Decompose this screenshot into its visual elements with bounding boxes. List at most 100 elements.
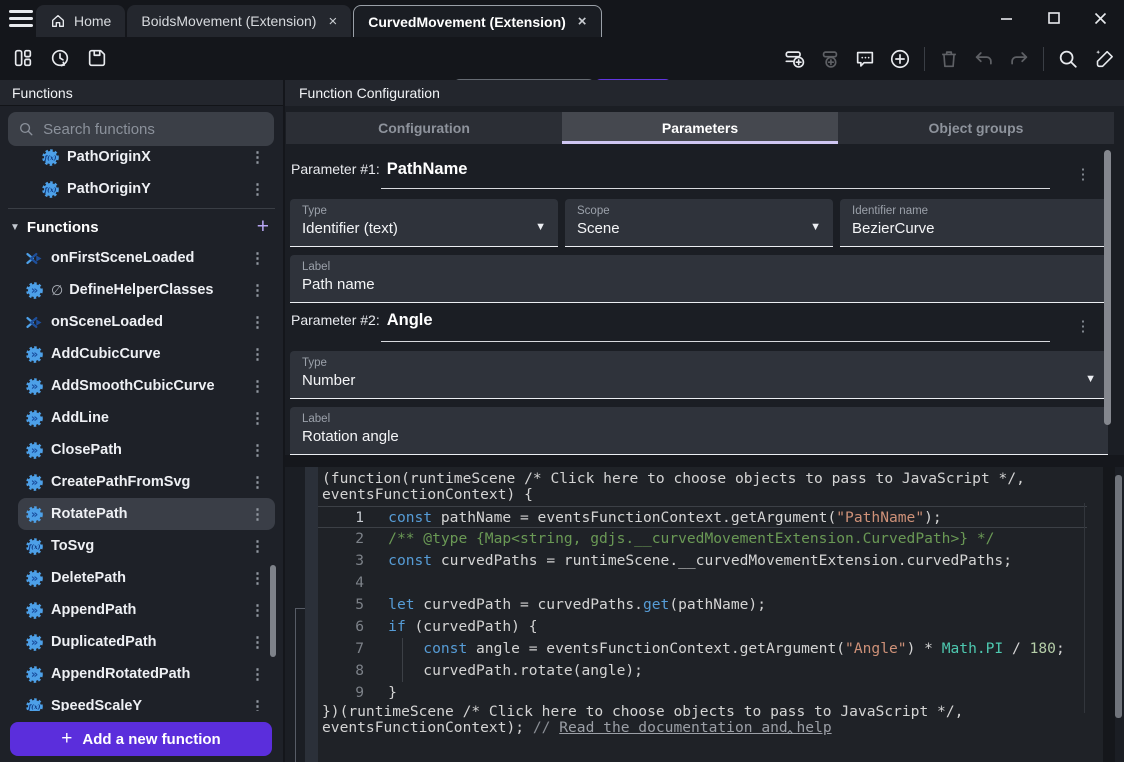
svg-text:f(x): f(x) bbox=[43, 154, 56, 161]
event-drag-handle[interactable] bbox=[305, 467, 318, 762]
kebab-menu-icon[interactable]: ⋮ bbox=[250, 180, 265, 198]
sidebar-scrollbar[interactable] bbox=[270, 565, 276, 657]
kebab-menu-icon[interactable]: ⋮ bbox=[250, 313, 265, 331]
code-line-1[interactable]: 1 const pathName = eventsFunctionContext… bbox=[318, 506, 1087, 528]
trash-icon bbox=[938, 48, 960, 70]
kebab-menu-icon[interactable]: ⋮ bbox=[250, 473, 265, 491]
editor-scrollbar[interactable] bbox=[1115, 475, 1122, 718]
kebab-menu-icon[interactable]: ⋮ bbox=[1075, 317, 1091, 335]
function-item-AddSmoothCubicCurve[interactable]: »AddSmoothCubicCurve⋮ bbox=[18, 370, 275, 402]
code-line-3[interactable]: 3 const curvedPaths = runtimeScene.__cur… bbox=[318, 550, 1103, 572]
ai-edit-icon[interactable] bbox=[1092, 48, 1114, 70]
functions-section-header[interactable]: ▼Functions+ bbox=[0, 212, 283, 242]
search-functions-box[interactable] bbox=[8, 112, 274, 146]
param1-scope-dropdown[interactable]: Scope Scene ▼ bbox=[565, 199, 833, 247]
parameter-name-input[interactable]: Angle bbox=[387, 311, 433, 330]
code-line-5[interactable]: 5 let curvedPath = curvedPaths.get(pathN… bbox=[318, 594, 1103, 616]
add-circle-icon[interactable] bbox=[889, 48, 911, 70]
tab-label: Configuration bbox=[378, 120, 470, 136]
code-line-2[interactable]: 2 /** @type {Map<string, gdjs.__curvedMo… bbox=[318, 528, 1103, 550]
svg-text:»: » bbox=[31, 283, 38, 297]
function-item-DefineHelperClasses[interactable]: »∅DefineHelperClasses⋮ bbox=[18, 274, 275, 306]
kebab-menu-icon[interactable]: ⋮ bbox=[250, 249, 265, 267]
kebab-menu-icon[interactable]: ⋮ bbox=[250, 441, 265, 459]
function-item-ToSvg[interactable]: f(x)ToSvg⋮ bbox=[18, 530, 275, 562]
param2-label-field[interactable]: Label Rotation angle bbox=[290, 407, 1108, 455]
code-lines[interactable]: 1 const pathName = eventsFunctionContext… bbox=[318, 506, 1103, 704]
tab-home[interactable]: Home bbox=[36, 5, 125, 37]
function-item-SpeedScaleY[interactable]: f(x)SpeedScaleY⋮ bbox=[18, 690, 275, 711]
param1-type-dropdown[interactable]: Type Identifier (text) ▼ bbox=[290, 199, 558, 247]
function-item-AppendRotatedPath[interactable]: »AppendRotatedPath⋮ bbox=[18, 658, 275, 690]
kebab-menu-icon[interactable]: ⋮ bbox=[1075, 165, 1091, 183]
function-item-AddCubicCurve[interactable]: »AddCubicCurve⋮ bbox=[18, 338, 275, 370]
param1-identifier-name-field[interactable]: Identifier name BezierCurve bbox=[840, 199, 1108, 247]
add-function-button[interactable]: + Add a new function bbox=[10, 722, 272, 756]
function-item-DuplicatedPath[interactable]: »DuplicatedPath⋮ bbox=[18, 626, 275, 658]
function-item-onSceneLoaded[interactable]: onSceneLoaded⋮ bbox=[18, 306, 275, 338]
kebab-menu-icon[interactable]: ⋮ bbox=[250, 345, 265, 363]
function-item-RotatePath[interactable]: »RotatePath⋮ bbox=[18, 498, 275, 530]
close-icon[interactable]: × bbox=[578, 13, 587, 30]
tab-parameters[interactable]: Parameters bbox=[562, 112, 838, 144]
kebab-menu-icon[interactable]: ⋮ bbox=[250, 601, 265, 619]
minimize-icon[interactable] bbox=[999, 11, 1014, 26]
code-line-7[interactable]: 7 const angle = eventsFunctionContext.ge… bbox=[318, 638, 1103, 660]
svg-text:»: » bbox=[31, 507, 38, 521]
code-footer[interactable]: })(runtimeScene /* Click here to choose … bbox=[318, 704, 1103, 736]
panels-icon[interactable] bbox=[12, 47, 34, 69]
function-item-DeletePath[interactable]: »DeletePath⋮ bbox=[18, 562, 275, 594]
toolbar-right-icons bbox=[784, 47, 1114, 71]
function-item-PathOriginY[interactable]: f(x)PathOriginY⋮ bbox=[18, 173, 275, 205]
kebab-menu-icon[interactable]: ⋮ bbox=[250, 377, 265, 395]
search-icon[interactable] bbox=[1057, 48, 1079, 70]
add-event-icon[interactable] bbox=[784, 48, 806, 70]
tab-configuration[interactable]: Configuration bbox=[286, 112, 562, 144]
function-item-CreatePathFromSvg[interactable]: »CreatePathFromSvg⋮ bbox=[18, 466, 275, 498]
hamburger-menu-icon[interactable] bbox=[9, 8, 33, 29]
indent-guide bbox=[402, 638, 403, 682]
kebab-menu-icon[interactable]: ⋮ bbox=[250, 537, 265, 555]
function-item-PathOriginX[interactable]: f(x)PathOriginX⋮ bbox=[18, 146, 275, 173]
tab-curved-movement[interactable]: CurvedMovement (Extension) × bbox=[353, 5, 601, 37]
editor-overview-ruler bbox=[1084, 503, 1085, 713]
comment-icon[interactable] bbox=[854, 48, 876, 70]
kebab-menu-icon[interactable]: ⋮ bbox=[250, 633, 265, 651]
kebab-menu-icon[interactable]: ⋮ bbox=[250, 665, 265, 683]
save-icon[interactable] bbox=[86, 47, 108, 69]
javascript-code-editor[interactable]: (function(runtimeScene /* Click here to … bbox=[318, 467, 1103, 762]
close-icon[interactable] bbox=[1093, 11, 1108, 26]
kebab-menu-icon[interactable]: ⋮ bbox=[250, 569, 265, 587]
collapse-caret-icon[interactable]: ▼ bbox=[10, 222, 20, 233]
kebab-menu-icon[interactable]: ⋮ bbox=[250, 281, 265, 299]
kebab-menu-icon[interactable]: ⋮ bbox=[250, 505, 265, 523]
close-icon[interactable]: × bbox=[328, 13, 337, 30]
param1-label-field[interactable]: Label Path name bbox=[290, 255, 1108, 303]
tab-object-groups[interactable]: Object groups bbox=[838, 112, 1114, 144]
kebab-menu-icon[interactable]: ⋮ bbox=[250, 148, 265, 166]
function-fx-gear-icon: f(x) bbox=[40, 147, 61, 168]
svg-text:»: » bbox=[31, 443, 38, 457]
parameters-scrollbar[interactable] bbox=[1104, 150, 1111, 425]
code-header[interactable]: (function(runtimeScene /* Click here to … bbox=[318, 467, 1103, 503]
svg-text:f(x): f(x) bbox=[27, 543, 40, 550]
code-line-4[interactable]: 4 bbox=[318, 572, 1103, 594]
tab-boids-movement[interactable]: BoidsMovement (Extension) × bbox=[127, 5, 351, 37]
function-item-ClosePath[interactable]: »ClosePath⋮ bbox=[18, 434, 275, 466]
function-item-onFirstSceneLoaded[interactable]: onFirstSceneLoaded⋮ bbox=[18, 242, 275, 274]
add-icon[interactable]: + bbox=[257, 215, 269, 239]
tab-label: BoidsMovement (Extension) bbox=[141, 13, 316, 29]
code-line-8[interactable]: 8 curvedPath.rotate(angle); bbox=[318, 660, 1103, 682]
function-item-AppendPath[interactable]: »AppendPath⋮ bbox=[18, 594, 275, 626]
parameter-name-input[interactable]: PathName bbox=[387, 160, 468, 179]
code-line-9[interactable]: 9 } bbox=[318, 682, 1103, 704]
search-functions-input[interactable] bbox=[43, 121, 264, 138]
kebab-menu-icon[interactable]: ⋮ bbox=[250, 409, 265, 427]
param2-type-dropdown[interactable]: Type Number ▼ bbox=[290, 351, 1108, 399]
function-item-AddLine[interactable]: »AddLine⋮ bbox=[18, 402, 275, 434]
kebab-menu-icon[interactable]: ⋮ bbox=[250, 697, 265, 711]
history-icon[interactable] bbox=[49, 47, 71, 69]
code-line-6[interactable]: 6 if (curvedPath) { bbox=[318, 616, 1103, 638]
function-fx-gear-icon: f(x) bbox=[24, 696, 45, 712]
maximize-icon[interactable] bbox=[1046, 11, 1061, 26]
